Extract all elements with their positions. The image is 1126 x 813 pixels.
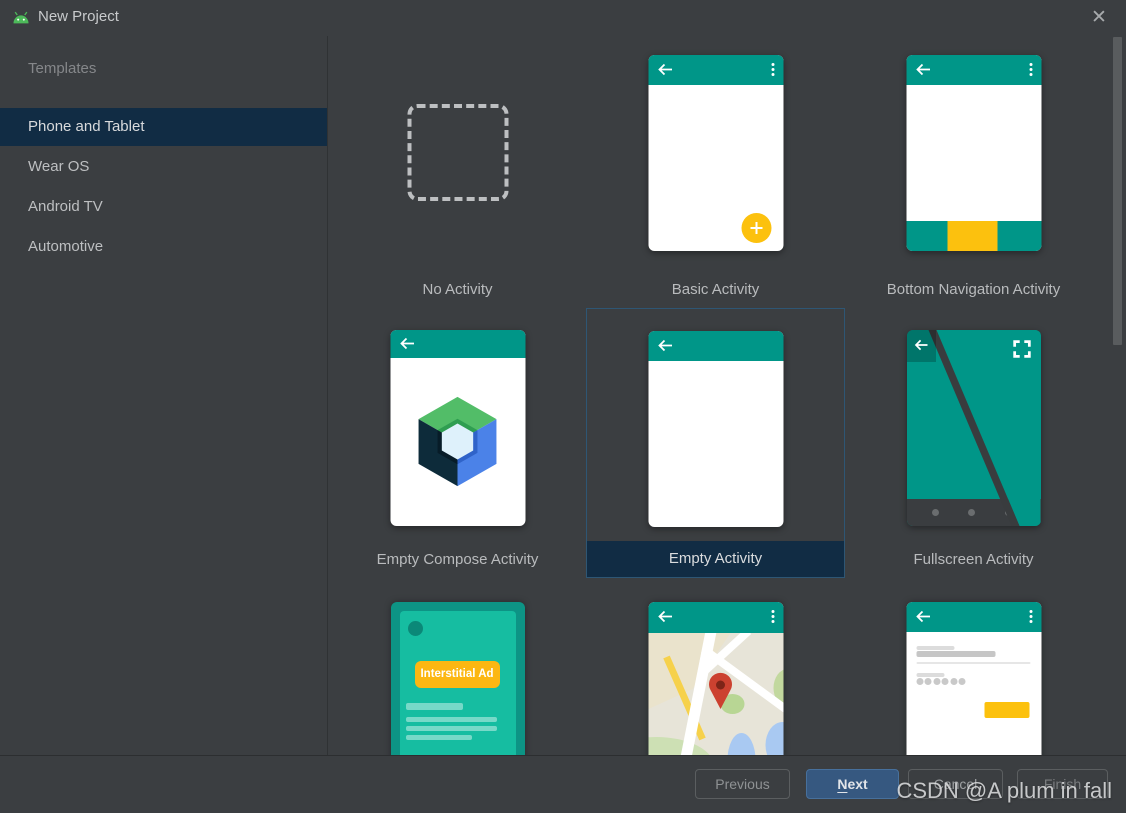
dashed-placeholder-icon <box>407 104 508 201</box>
template-card-fullscreen[interactable]: Fullscreen Activity <box>844 308 1103 578</box>
form-label-line <box>916 646 954 650</box>
previous-button[interactable]: Previous <box>695 769 790 799</box>
sidebar-item-phone-and-tablet[interactable]: Phone and Tablet <box>0 108 327 146</box>
template-label: Basic Activity <box>671 281 760 298</box>
map-graphic <box>648 633 783 755</box>
form-label-line <box>916 673 944 677</box>
template-card-admob[interactable]: Interstitial Ad <box>328 578 587 755</box>
vertical-scrollbar-thumb[interactable] <box>1113 37 1122 345</box>
template-card-login[interactable] <box>844 578 1103 755</box>
phone-appbar <box>648 55 783 85</box>
fab-plus-icon <box>741 213 771 243</box>
phone-appbar <box>906 55 1041 85</box>
android-icon <box>13 11 29 24</box>
back-arrow-icon <box>915 63 930 76</box>
template-label: Empty Compose Activity <box>376 551 539 568</box>
empty-compose-preview <box>390 330 525 526</box>
title-bar: New Project ✕ <box>0 0 1126 36</box>
sidebar-item-android-tv[interactable]: Android TV <box>0 188 327 226</box>
back-arrow-icon <box>914 339 927 351</box>
sidebar-item-wear-os[interactable]: Wear OS <box>0 148 327 186</box>
close-icon[interactable]: ✕ <box>1086 5 1112 31</box>
template-label: Bottom Navigation Activity <box>886 281 1061 298</box>
phone-appbar <box>648 602 783 633</box>
back-arrow-icon <box>657 610 672 623</box>
template-card-maps[interactable] <box>586 578 845 755</box>
new-project-dialog: New Project ✕ Templates Phone and Tablet… <box>0 0 1126 813</box>
form-underline <box>916 662 1030 664</box>
back-arrow-icon <box>915 610 930 623</box>
templates-sidebar: Templates Phone and Tablet Wear OS Andro… <box>0 36 327 755</box>
back-arrow-icon <box>657 339 672 352</box>
maps-preview <box>648 602 783 755</box>
no-activity-preview <box>407 55 508 201</box>
template-label: No Activity <box>422 281 493 298</box>
sidebar-item-automotive[interactable]: Automotive <box>0 228 327 266</box>
kebab-menu-icon <box>771 610 774 623</box>
cancel-button[interactable]: Cancel <box>908 769 1003 799</box>
form-submit-button-shape <box>984 702 1029 718</box>
bottom-nav-bar <box>906 221 1041 251</box>
password-dots <box>916 678 966 685</box>
bottom-navigation-preview <box>906 55 1041 251</box>
jetpack-compose-logo-icon <box>418 396 497 487</box>
next-button[interactable]: Next <box>806 769 899 799</box>
back-arrow-icon <box>399 337 414 350</box>
fullscreen-preview <box>906 330 1041 526</box>
template-card-basic-activity[interactable]: Basic Activity <box>586 38 845 308</box>
status-dot-icon <box>407 621 423 636</box>
dialog-footer: Previous Next Cancel Finish <box>0 755 1126 813</box>
empty-activity-preview <box>648 331 783 527</box>
basic-activity-preview <box>648 55 783 251</box>
template-card-empty-compose[interactable]: Empty Compose Activity <box>328 308 587 578</box>
form-input-line <box>916 651 995 657</box>
phone-appbar <box>390 330 525 358</box>
template-grid: No Activity Basic Activity Bottom Naviga… <box>328 36 1126 755</box>
template-card-empty-activity[interactable]: Empty Activity <box>586 308 845 578</box>
kebab-menu-icon <box>1029 63 1032 76</box>
back-arrow-icon <box>657 63 672 76</box>
interstitial-ad-chip: Interstitial Ad <box>414 661 500 688</box>
template-card-bottom-navigation[interactable]: Bottom Navigation Activity <box>844 38 1103 308</box>
fullscreen-expand-icon <box>1012 340 1031 358</box>
window-title: New Project <box>38 8 119 25</box>
finish-button[interactable]: Finish <box>1017 769 1108 799</box>
login-preview <box>906 602 1041 755</box>
admob-preview: Interstitial Ad <box>390 602 525 755</box>
template-card-no-activity[interactable]: No Activity <box>328 38 587 308</box>
kebab-menu-icon <box>771 63 774 76</box>
phone-appbar <box>648 331 783 361</box>
sidebar-header: Templates <box>28 60 97 77</box>
kebab-menu-icon <box>1029 610 1032 623</box>
phone-appbar <box>906 330 936 362</box>
template-label-selected: Empty Activity <box>587 541 844 577</box>
phone-appbar <box>906 602 1041 632</box>
template-label: Fullscreen Activity <box>913 551 1034 568</box>
